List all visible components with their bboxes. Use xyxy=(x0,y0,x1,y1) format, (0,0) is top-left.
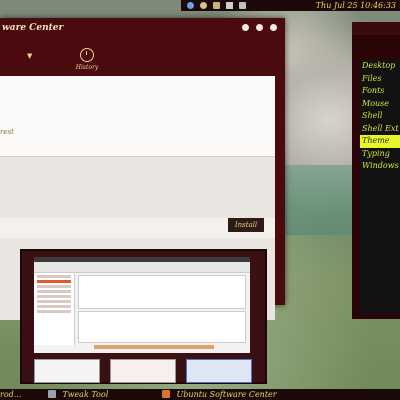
task-item[interactable]: rod... xyxy=(0,389,21,400)
install-button[interactable]: Install xyxy=(228,218,264,232)
screenshot-thumbnails xyxy=(34,359,252,383)
window-controls xyxy=(242,24,277,31)
tweak-settings-pane xyxy=(360,198,400,314)
category-item[interactable]: Windows xyxy=(360,160,400,173)
category-item[interactable]: Files xyxy=(360,73,400,86)
screenshot-viewer[interactable] xyxy=(20,249,267,384)
task-tweak-tool[interactable]: Tweak Tool xyxy=(48,389,108,400)
category-item[interactable]: Fonts xyxy=(360,85,400,98)
tweak-category-list: Desktop Files Fonts Mouse Shell Shell Ex… xyxy=(360,60,400,198)
software-center-icon xyxy=(162,390,170,398)
network-icon[interactable] xyxy=(200,2,207,9)
mail-icon[interactable] xyxy=(213,2,220,9)
screenshot-sidebar xyxy=(34,273,75,345)
tweak-tool-titlebar xyxy=(352,22,400,35)
task-label: rod... xyxy=(0,390,22,399)
task-label: Ubuntu Software Center xyxy=(176,390,277,399)
thumbnail-2[interactable] xyxy=(110,359,176,383)
thumbnail-3[interactable] xyxy=(186,359,252,383)
category-item[interactable]: Desktop xyxy=(360,60,400,73)
history-button[interactable]: History xyxy=(70,48,104,71)
close-button[interactable] xyxy=(270,24,277,31)
clock-icon xyxy=(80,48,94,62)
maximize-button[interactable] xyxy=(256,24,263,31)
history-label: History xyxy=(75,64,99,71)
screenshot-main[interactable] xyxy=(34,257,250,353)
minimize-button[interactable] xyxy=(242,24,249,31)
app-header-card: rest xyxy=(0,76,275,157)
top-panel: Thu Jul 25 10:46:33 xyxy=(181,0,400,11)
software-center-window: ware Center ▼ History rest Install xyxy=(0,18,285,384)
category-item[interactable]: Shell xyxy=(360,110,400,123)
screenshot-list-2 xyxy=(78,311,246,343)
task-software-center[interactable]: Ubuntu Software Center xyxy=(162,389,277,400)
chevron-down-icon[interactable]: ▼ xyxy=(27,52,32,60)
content-area: rest Install xyxy=(0,76,275,384)
category-item[interactable]: Shell Ext xyxy=(360,123,400,136)
clock[interactable]: Thu Jul 25 10:46:33 xyxy=(316,1,400,10)
tweak-tool-icon xyxy=(48,390,56,398)
toolbar: ▼ History xyxy=(0,38,285,76)
bottom-taskbar: rod... Tweak Tool Ubuntu Software Center xyxy=(0,389,400,400)
task-label: Tweak Tool xyxy=(62,390,109,399)
category-item-selected[interactable]: Theme xyxy=(360,135,400,148)
screenshot-list xyxy=(78,275,246,309)
bluetooth-icon[interactable] xyxy=(187,2,194,9)
screenshot-progress xyxy=(94,345,214,349)
app-description-text: rest xyxy=(0,128,14,136)
screenshot-toolbar xyxy=(34,262,250,273)
thumbnail-1[interactable] xyxy=(34,359,100,383)
tweak-tool-window: Desktop Files Fonts Mouse Shell Shell Ex… xyxy=(352,22,400,319)
signal-icon[interactable] xyxy=(226,2,233,9)
category-item[interactable]: Mouse xyxy=(360,98,400,111)
battery-icon[interactable] xyxy=(239,2,246,9)
category-item[interactable]: Typing xyxy=(360,148,400,161)
